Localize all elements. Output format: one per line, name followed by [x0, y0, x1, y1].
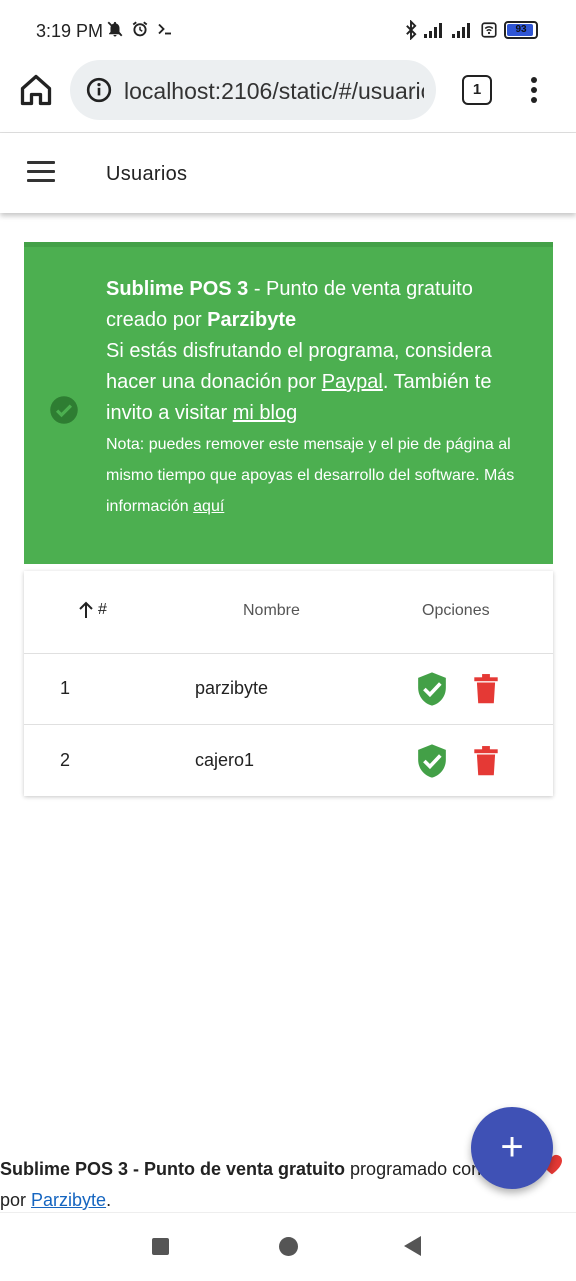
table-header: # Nombre Opciones	[24, 571, 553, 654]
trash-icon[interactable]	[473, 673, 499, 705]
blog-link[interactable]: mi blog	[233, 402, 297, 424]
cell-name: parzibyte	[195, 678, 269, 698]
header-num-label: #	[98, 601, 107, 618]
address-bar[interactable]: localhost:2106/static/#/usuarios	[70, 60, 436, 120]
more-info-link[interactable]: aquí	[193, 498, 224, 515]
author-name: Parzibyte	[207, 309, 297, 331]
footer-end: .	[106, 1190, 112, 1210]
cell-num: 2	[60, 750, 71, 770]
signal-icon	[424, 23, 442, 38]
alarm-icon	[132, 21, 148, 37]
footer-text: programado con	[345, 1159, 482, 1179]
browser-toolbar: localhost:2106/static/#/usuarios 1	[0, 58, 576, 133]
table-row: 2 cajero1	[24, 725, 553, 796]
wifi-icon	[481, 22, 497, 38]
footer-product: Sublime POS 3 - Punto de venta gratuito	[0, 1159, 346, 1179]
recents-icon[interactable]	[152, 1238, 169, 1255]
trash-icon[interactable]	[473, 745, 499, 777]
page-title: Usuarios	[106, 163, 188, 185]
column-header-num[interactable]: #	[78, 601, 107, 619]
shield-check-icon[interactable]	[415, 743, 449, 779]
notice-note-text: Nota: puedes remover este mensaje y el p…	[106, 436, 515, 515]
table-row: 1 parzibyte	[24, 653, 553, 725]
more-options-icon[interactable]	[524, 74, 544, 106]
url-text[interactable]: localhost:2106/static/#/usuarios	[124, 78, 424, 105]
status-bar: 3:19 PM 93	[0, 0, 576, 58]
tab-switcher-button[interactable]: 1	[462, 75, 492, 105]
home-nav-icon[interactable]	[279, 1237, 298, 1256]
paypal-link[interactable]: Paypal	[322, 371, 383, 393]
signal-icon	[452, 23, 470, 38]
app-bar: Usuarios	[0, 133, 576, 213]
footer-by: por	[0, 1190, 32, 1210]
status-time: 3:19 PM	[36, 21, 104, 41]
column-header-opciones: Opciones	[422, 602, 490, 619]
users-table: # Nombre Opciones 1 parzibyte 2 cajero1	[24, 571, 553, 796]
cell-num: 1	[60, 678, 71, 698]
back-icon[interactable]	[404, 1236, 421, 1256]
battery-level: 93	[515, 24, 527, 35]
footer-author-link[interactable]: Parzibyte	[31, 1190, 106, 1210]
check-circle-icon	[50, 396, 78, 424]
menu-icon[interactable]	[27, 161, 55, 183]
column-header-nombre[interactable]: Nombre	[243, 602, 300, 620]
donation-notice: Sublime POS 3 - Punto de venta gratuito …	[24, 242, 553, 564]
battery-icon: 93	[504, 21, 538, 39]
add-user-button[interactable]: +	[471, 1107, 553, 1189]
info-icon[interactable]	[86, 77, 112, 103]
home-icon[interactable]	[18, 72, 54, 108]
system-nav-bar	[0, 1212, 576, 1281]
shield-check-icon[interactable]	[415, 671, 449, 707]
bluetooth-icon	[406, 20, 417, 40]
terminal-icon	[158, 23, 171, 35]
product-name: Sublime POS 3	[106, 278, 249, 300]
bell-off-icon	[107, 21, 123, 37]
arrow-up-icon	[79, 601, 93, 618]
notice-note: Nota: puedes remover este mensaje y el p…	[106, 429, 536, 522]
cell-name: cajero1	[195, 750, 255, 770]
notice-text: Sublime POS 3 - Punto de venta gratuito …	[106, 274, 536, 522]
